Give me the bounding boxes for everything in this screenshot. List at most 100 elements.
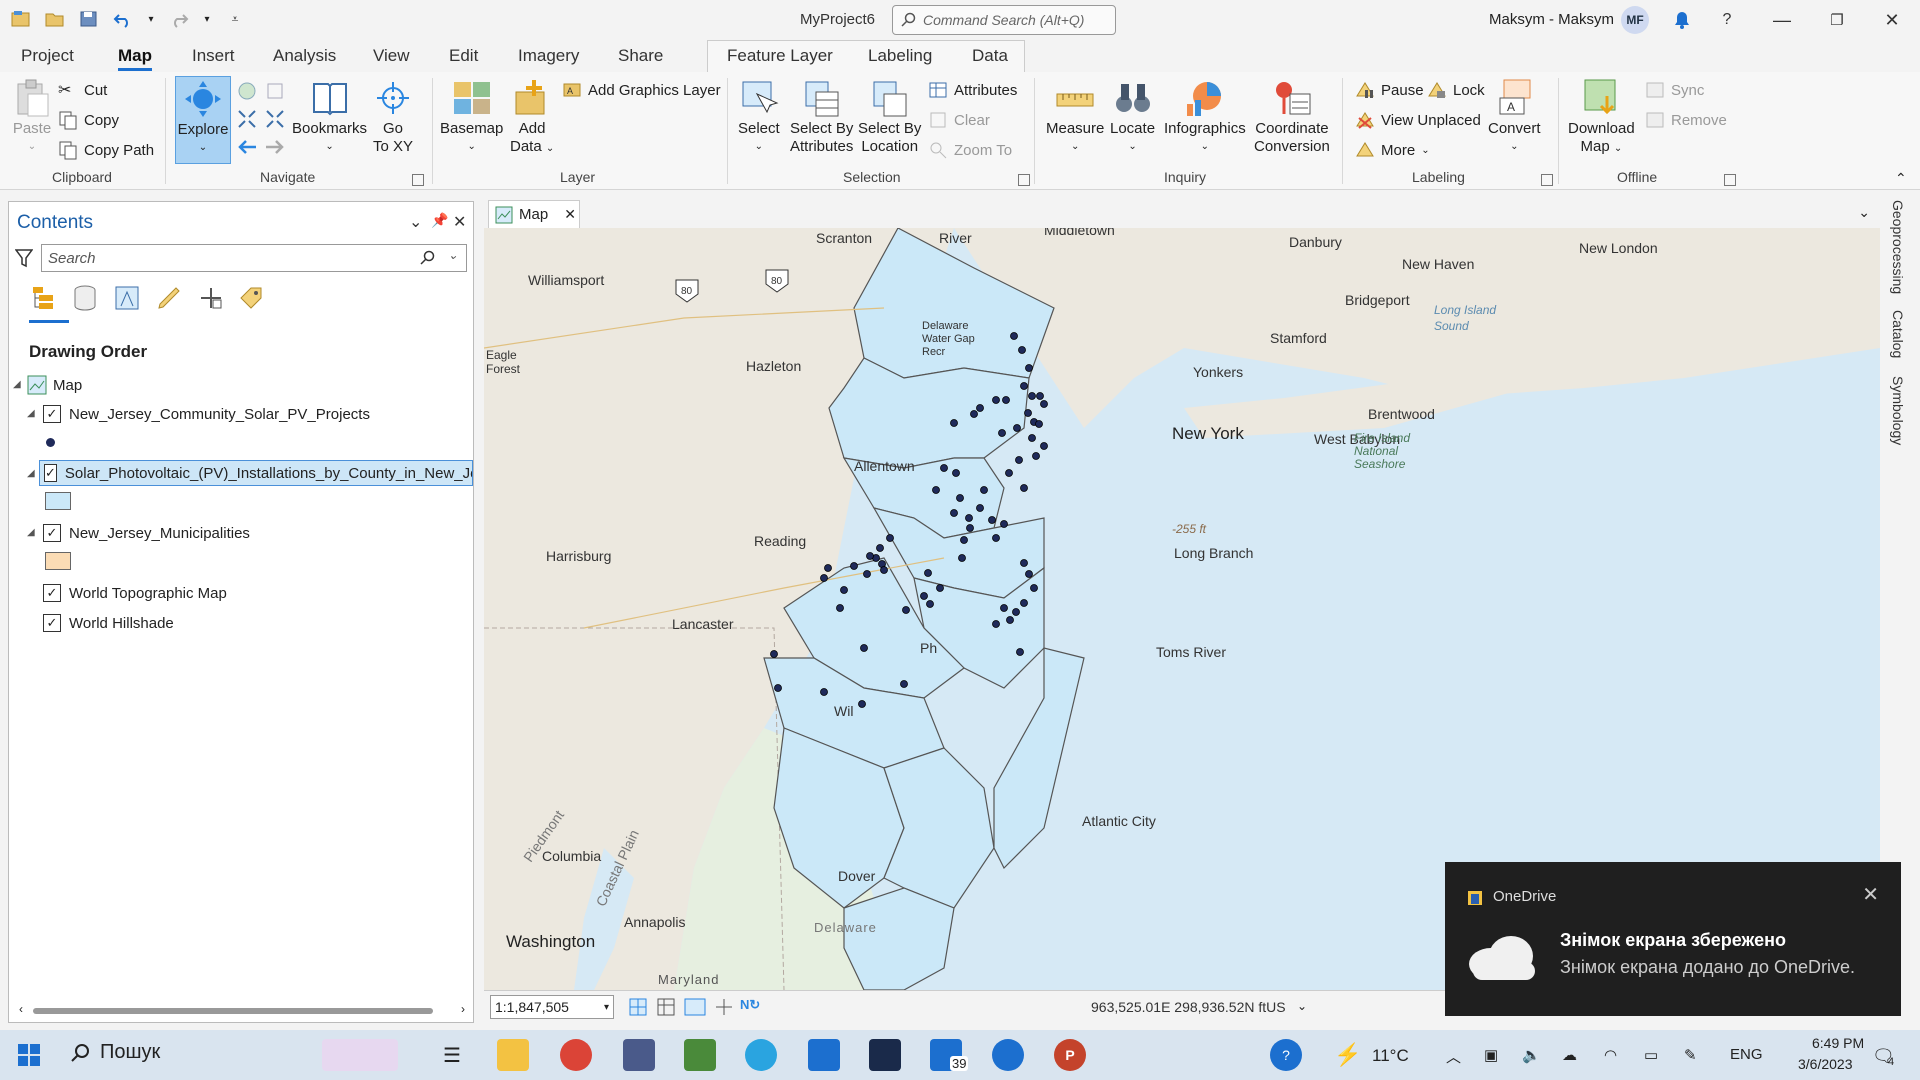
- tree-row-layer[interactable]: ✓ World Topographic Map: [43, 580, 227, 606]
- telegram-icon[interactable]: [745, 1039, 777, 1071]
- coordinate-conversion-button[interactable]: Coordinate Conversion: [1254, 78, 1330, 156]
- layer-visibility-checkbox[interactable]: ✓: [43, 405, 61, 423]
- solar-project-point[interactable]: [960, 536, 968, 544]
- add-data-button[interactable]: Add Data ⌄: [510, 78, 554, 158]
- dock-tab-geoprocessing[interactable]: Geoprocessing: [1890, 200, 1906, 294]
- scroll-right-icon[interactable]: ›: [461, 1002, 465, 1016]
- solar-project-point[interactable]: [1012, 608, 1020, 616]
- solar-project-point[interactable]: [836, 604, 844, 612]
- layer-visibility-checkbox[interactable]: ✓: [44, 464, 57, 482]
- view-unplaced-button[interactable]: View Unplaced: [1355, 110, 1481, 130]
- solar-project-point[interactable]: [932, 486, 940, 494]
- solar-project-point[interactable]: [1020, 599, 1028, 607]
- layer-visibility-checkbox[interactable]: ✓: [43, 524, 61, 542]
- tree-row-layer[interactable]: ◢ ✓ New_Jersey_Community_Solar_PV_Projec…: [27, 401, 370, 427]
- tree-row-layer-selected[interactable]: ✓ Solar_Photovoltaic_(PV)_Installations_…: [39, 460, 473, 486]
- expand-triangle-icon[interactable]: ◢: [27, 408, 35, 419]
- map-view-tab[interactable]: Map ✕: [488, 200, 580, 228]
- copy-button[interactable]: Copy: [58, 110, 119, 130]
- undo-icon[interactable]: [112, 8, 134, 30]
- solar-project-point[interactable]: [1036, 392, 1044, 400]
- solar-project-point[interactable]: [1000, 520, 1008, 528]
- weather-icon[interactable]: ⚡: [1334, 1042, 1361, 1068]
- solar-project-point[interactable]: [1020, 382, 1028, 390]
- solar-project-point[interactable]: [998, 429, 1006, 437]
- solar-project-point[interactable]: [886, 534, 894, 542]
- solar-project-point[interactable]: [820, 688, 828, 696]
- remove-button[interactable]: Remove: [1645, 110, 1727, 130]
- measure-button[interactable]: Measure ⌄: [1046, 78, 1104, 156]
- solar-project-point[interactable]: [774, 684, 782, 692]
- solar-project-point[interactable]: [1035, 420, 1043, 428]
- close-map-tab-icon[interactable]: ✕: [564, 206, 576, 223]
- help-icon[interactable]: ?: [1715, 8, 1739, 32]
- select-button[interactable]: Select ⌄: [738, 78, 780, 156]
- chevron-down-icon[interactable]: ⌄: [448, 248, 458, 262]
- full-extent-icon[interactable]: [236, 80, 258, 106]
- pen-icon[interactable]: ✎: [1684, 1046, 1697, 1064]
- list-by-snapping-icon[interactable]: [197, 284, 225, 312]
- minecraft-icon[interactable]: [684, 1039, 716, 1071]
- scale-selector[interactable]: 1:1,847,505 ▾: [490, 995, 614, 1019]
- solar-project-point[interactable]: [1040, 442, 1048, 450]
- solar-project-point[interactable]: [1010, 332, 1018, 340]
- zoom-in-fixed-icon[interactable]: [236, 108, 258, 134]
- solar-project-point[interactable]: [1006, 616, 1014, 624]
- solar-project-point[interactable]: [926, 600, 934, 608]
- onedrive-toast-notification[interactable]: OneDrive ✕ Знімок екрана збережено Знімо…: [1445, 862, 1901, 1016]
- cut-button[interactable]: ✂ Cut: [58, 80, 107, 100]
- user-name[interactable]: Maksym - Maksym: [1489, 11, 1614, 28]
- solar-project-point[interactable]: [858, 700, 866, 708]
- save-icon[interactable]: [78, 8, 100, 30]
- camera-icon[interactable]: ▣: [1484, 1046, 1498, 1064]
- solar-project-point[interactable]: [1002, 396, 1010, 404]
- dock-tab-catalog[interactable]: Catalog: [1890, 310, 1906, 358]
- clock-date[interactable]: 3/6/2023: [1798, 1056, 1853, 1072]
- dock-tab-symbology[interactable]: Symbology: [1890, 376, 1906, 445]
- basemap-button[interactable]: Basemap ⌄: [440, 78, 503, 156]
- solar-project-point[interactable]: [1028, 392, 1036, 400]
- solar-project-point[interactable]: [924, 569, 932, 577]
- list-by-drawing-order-icon[interactable]: [29, 284, 57, 312]
- map-sync-icon[interactable]: [684, 997, 706, 1021]
- tree-row-map[interactable]: ◢ Map: [13, 372, 82, 398]
- taskbar-search[interactable]: Пошук: [70, 1041, 160, 1064]
- tab-insert[interactable]: Insert: [192, 46, 235, 66]
- open-project-icon[interactable]: [44, 8, 66, 30]
- solar-project-point[interactable]: [950, 509, 958, 517]
- grid-snap-icon[interactable]: [628, 997, 648, 1021]
- solar-project-point[interactable]: [958, 554, 966, 562]
- solar-project-point[interactable]: [850, 562, 858, 570]
- tab-feature-layer[interactable]: Feature Layer: [727, 46, 833, 66]
- solar-project-point[interactable]: [1020, 559, 1028, 567]
- cloud-tray-icon[interactable]: ☁: [1562, 1046, 1577, 1064]
- offline-launcher-icon[interactable]: [1724, 174, 1736, 186]
- volume-icon[interactable]: 🔈: [1522, 1046, 1541, 1064]
- notifications-bell-icon[interactable]: [1670, 8, 1694, 32]
- solar-project-point[interactable]: [992, 620, 1000, 628]
- solar-project-point[interactable]: [866, 552, 874, 560]
- wifi-icon[interactable]: ◠: [1604, 1046, 1617, 1064]
- redo-icon[interactable]: [168, 8, 190, 30]
- solar-project-point[interactable]: [1020, 484, 1028, 492]
- selection-launcher-icon[interactable]: [1018, 174, 1030, 186]
- download-map-button[interactable]: Download Map ⌄: [1568, 78, 1635, 158]
- solar-project-point[interactable]: [840, 586, 848, 594]
- solar-project-point[interactable]: [820, 574, 828, 582]
- list-by-editing-icon[interactable]: [155, 284, 183, 312]
- tab-imagery[interactable]: Imagery: [518, 46, 579, 66]
- solar-project-point[interactable]: [980, 486, 988, 494]
- horizontal-scrollbar[interactable]: ‹ ›: [19, 1002, 465, 1018]
- solar-project-point[interactable]: [900, 680, 908, 688]
- fixed-zoom-icon[interactable]: [264, 80, 286, 106]
- solar-project-point[interactable]: [920, 592, 928, 600]
- chrome-icon[interactable]: [560, 1039, 592, 1071]
- attributes-button[interactable]: Attributes: [928, 80, 1017, 100]
- locate-button[interactable]: Locate ⌄: [1110, 78, 1155, 156]
- solar-project-point[interactable]: [1016, 648, 1024, 656]
- solar-project-point[interactable]: [1018, 346, 1026, 354]
- point-symbol-swatch[interactable]: [46, 438, 55, 447]
- language-indicator[interactable]: ENG: [1730, 1046, 1763, 1063]
- chevron-down-icon[interactable]: ⌄: [1858, 204, 1870, 221]
- solar-project-point[interactable]: [976, 504, 984, 512]
